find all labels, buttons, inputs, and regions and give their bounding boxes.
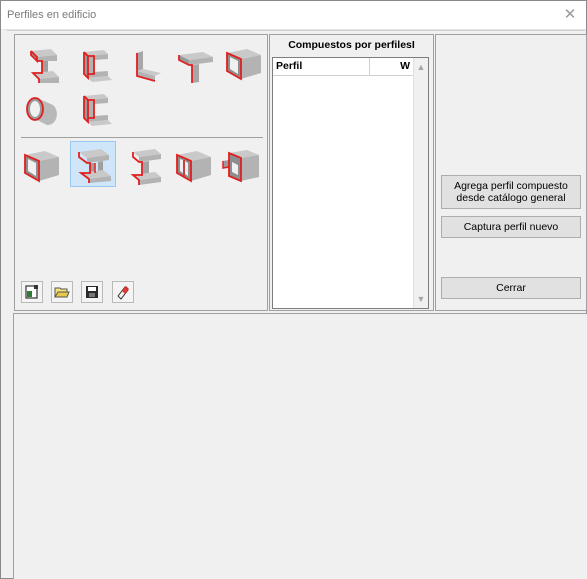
actions-panel: Agrega perfil compuesto desde catálogo g… (435, 34, 587, 311)
column-header-w[interactable]: W (369, 58, 413, 75)
double-i-profile-icon[interactable] (70, 141, 116, 187)
double-box-profile-icon[interactable] (19, 143, 65, 189)
box-profile-icon[interactable] (221, 41, 267, 87)
close-icon[interactable]: ✕ (562, 7, 578, 23)
list-title: Compuestos por perfilesI (288, 39, 415, 51)
close-button[interactable]: Cerrar (441, 277, 581, 299)
lower-area (13, 313, 587, 579)
window: Perfiles en edificio ✕ Compuestos por pe… (0, 0, 587, 579)
title-bar: Perfiles en edificio ✕ (1, 1, 586, 30)
c-channel-2-profile-icon[interactable] (72, 87, 118, 133)
add-compound-button[interactable]: Agrega perfil compuesto desde catálogo g… (441, 175, 581, 209)
scroll-down-icon[interactable]: ▼ (414, 292, 428, 306)
i-beam-profile-icon[interactable] (21, 43, 67, 89)
column-header-perfil[interactable]: Perfil (276, 60, 302, 72)
pipe-profile-icon[interactable] (21, 87, 67, 133)
t-profile-icon[interactable] (173, 43, 219, 89)
double-c-profile-icon[interactable] (123, 143, 169, 189)
angle-profile-icon[interactable] (123, 43, 169, 89)
list-header: Perfil W (273, 58, 413, 76)
capture-new-button[interactable]: Captura perfil nuevo (441, 216, 581, 238)
vertical-scrollbar[interactable]: ▲ ▼ (413, 58, 428, 308)
compound-profiles-panel: Compuestos por perfilesI Perfil W ▲ ▼ (269, 34, 434, 311)
shapes-divider (21, 137, 263, 138)
open-folder-icon[interactable] (51, 281, 73, 303)
c-channel-profile-icon[interactable] (72, 43, 118, 89)
eraser-icon[interactable] (112, 281, 134, 303)
box-flange-profile-icon[interactable] (219, 143, 265, 189)
window-title: Perfiles en edificio (7, 9, 97, 21)
box-compound-profile-icon[interactable] (171, 143, 217, 189)
profile-shapes-panel (14, 34, 268, 311)
profiles-list[interactable]: Perfil W ▲ ▼ (272, 57, 429, 309)
scroll-up-icon[interactable]: ▲ (414, 60, 428, 74)
save-icon[interactable] (81, 281, 103, 303)
new-icon[interactable] (21, 281, 43, 303)
separator (7, 30, 585, 31)
